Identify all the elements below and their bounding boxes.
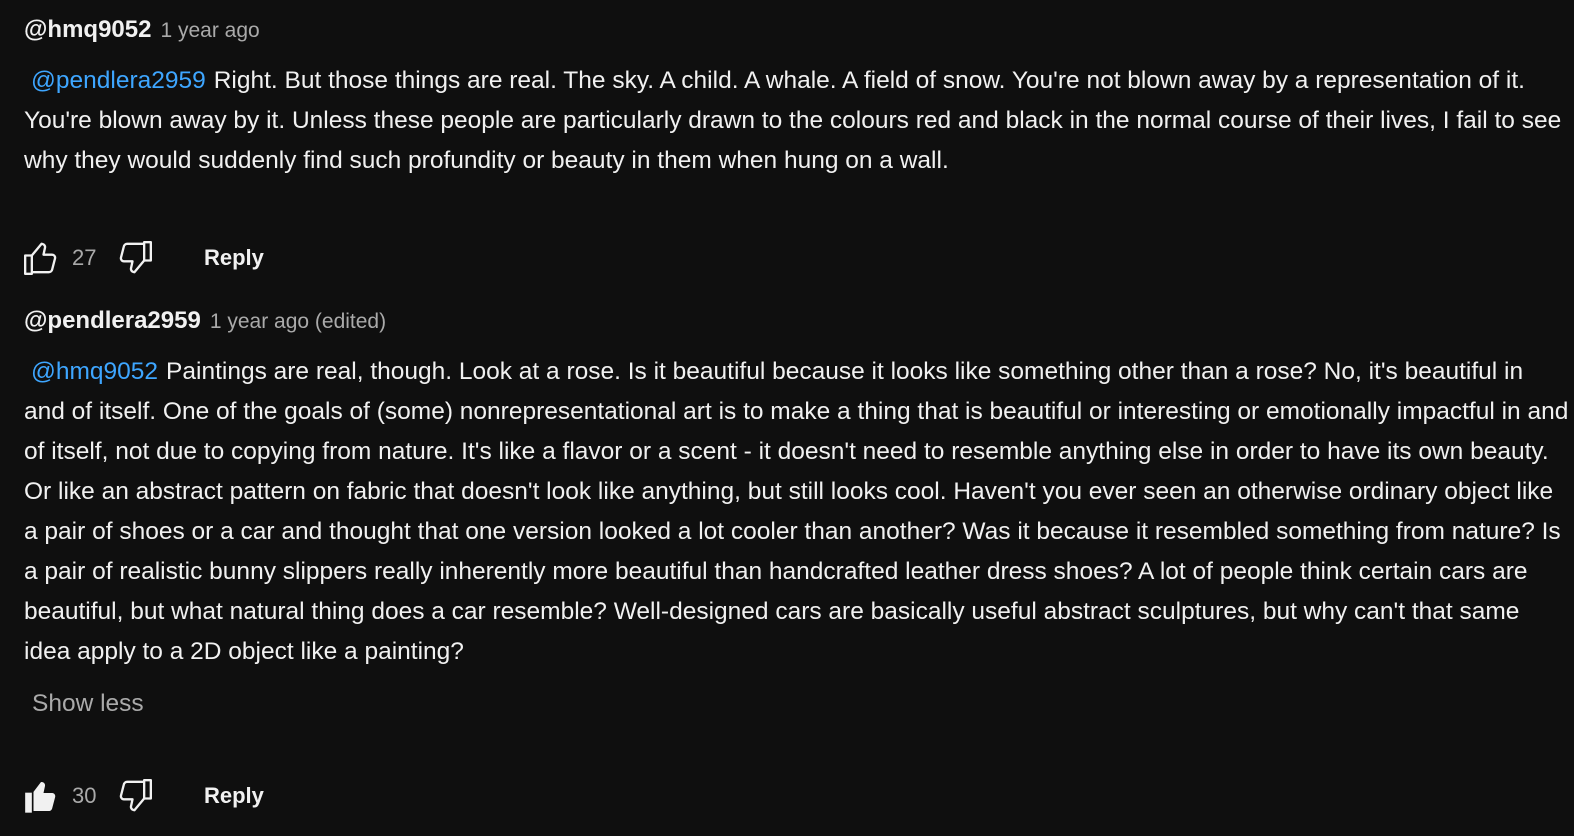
comment-text: Right. But those things are real. The sk… [24, 67, 1562, 174]
comment-text: Paintings are real, though. Look at a ro… [24, 358, 1569, 665]
dislike-button[interactable] [114, 237, 156, 279]
comment-body: @pendlera2959 Right. But those things are… [24, 61, 1569, 181]
comment-2-actions: 30 Reply [20, 774, 264, 818]
like-button[interactable] [20, 775, 62, 817]
reply-button[interactable]: Reply [204, 245, 264, 271]
thumbs-down-outline-icon [119, 779, 152, 812]
thumbs-up-outline-icon [24, 242, 57, 275]
comment-author[interactable]: @hmq9052 [24, 16, 151, 44]
show-less-button[interactable]: Show less [32, 684, 144, 724]
thumbs-up-filled-icon [25, 782, 56, 813]
dislike-button[interactable] [114, 775, 156, 817]
comment-timestamp[interactable]: 1 year ago (edited) [210, 310, 386, 334]
comment-1: @hmq9052 1 year ago @pendlera2959 Right. … [24, 16, 1569, 181]
like-count: 30 [72, 783, 97, 808]
comment-header: @pendlera2959 1 year ago (edited) [24, 307, 1569, 337]
reply-button[interactable]: Reply [204, 783, 264, 809]
comment-body: @hmq9052 Paintings are real, though. Look… [24, 352, 1569, 672]
comment-1-actions: 27 Reply [20, 236, 264, 280]
mention-link[interactable]: @pendlera2959 [31, 67, 206, 94]
comment-author[interactable]: @pendlera2959 [24, 307, 201, 335]
comment-header: @hmq9052 1 year ago [24, 16, 1569, 46]
comment-timestamp[interactable]: 1 year ago [160, 19, 259, 43]
comment-2: @pendlera2959 1 year ago (edited) @hmq90… [24, 307, 1569, 724]
mention-link[interactable]: @hmq9052 [31, 358, 158, 385]
thumbs-down-outline-icon [119, 241, 152, 274]
like-button[interactable] [20, 237, 62, 279]
like-count: 27 [72, 245, 97, 270]
